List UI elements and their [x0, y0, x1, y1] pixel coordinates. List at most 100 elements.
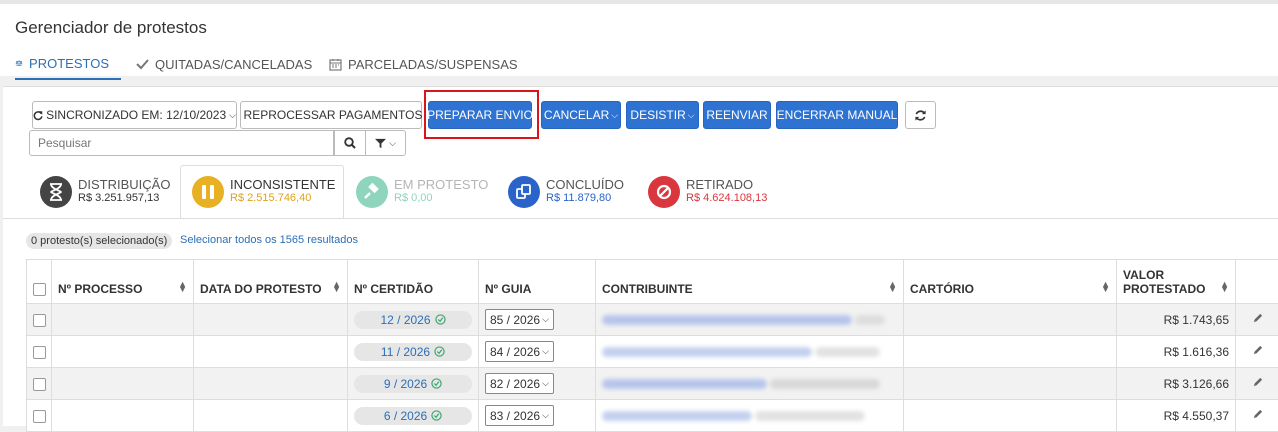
tab-quitadas[interactable]: QUITADAS/CANCELADAS: [136, 48, 312, 80]
search-input[interactable]: [29, 130, 334, 156]
certidao-badge[interactable]: 9 / 2026: [354, 375, 472, 393]
desist-label: DESISTIR: [630, 108, 685, 122]
filter-button[interactable]: ⌵: [365, 130, 406, 156]
cancel-label: CANCELAR: [544, 108, 609, 122]
tab-label: PARCELADAS/SUSPENSAS: [348, 57, 518, 72]
chevron-down-icon: ⌵: [542, 346, 549, 357]
prepare-send-button[interactable]: PREPARAR ENVIO: [428, 101, 532, 129]
guia-select[interactable]: 83 / 2026⌵: [485, 405, 554, 426]
guia-select[interactable]: 82 / 2026⌵: [485, 373, 554, 394]
row-checkbox[interactable]: [33, 378, 46, 391]
pencil-icon[interactable]: [1252, 409, 1263, 420]
row-select-cell: [27, 336, 52, 368]
sync-button[interactable]: SINCRONIZADO EM: 12/10/2023 ⌵: [32, 101, 237, 129]
data-cell: [194, 368, 348, 400]
chevron-down-icon: ⌵: [229, 110, 236, 121]
sort-icon: ▲▼: [888, 282, 897, 292]
status-concluido[interactable]: CONCLUÍDO R$ 11.879,80: [508, 165, 624, 218]
col-cartorio[interactable]: CARTÓRIO▲▼: [904, 260, 1117, 304]
status-label: CONCLUÍDO: [546, 178, 624, 192]
desist-dropdown-button[interactable]: DESISTIR ⌵: [626, 101, 699, 129]
certidao-cell: 12 / 2026: [348, 304, 479, 336]
check-circle-icon: [435, 314, 446, 325]
col-label: Nº GUIA: [485, 282, 531, 296]
select-all-link[interactable]: Selecionar todos os 1565 resultados: [180, 234, 358, 246]
check-icon: [136, 58, 149, 70]
table-header-row: Nº PROCESSO▲▼ DATA DO PROTESTO▲▼ Nº CERT…: [27, 260, 1278, 304]
col-label: VALOR PROTESTADO: [1123, 268, 1203, 296]
redacted-id: [815, 347, 880, 357]
chevron-down-icon: ⌵: [389, 138, 396, 149]
guia-select[interactable]: 85 / 2026⌵: [485, 309, 554, 330]
pencil-icon[interactable]: [1252, 313, 1263, 324]
status-distribuicao[interactable]: DISTRIBUIÇÃO R$ 3.251.957,13: [40, 165, 170, 218]
status-text: INCONSISTENTE R$ 2.515.746,40: [230, 178, 335, 205]
status-label: DISTRIBUIÇÃO: [78, 178, 170, 192]
close-manual-button[interactable]: ENCERRAR MANUAL: [776, 101, 898, 129]
redacted-name: [602, 347, 812, 357]
contribuinte-cell: [596, 368, 904, 400]
pencil-icon[interactable]: [1252, 377, 1263, 388]
reprocess-label: REPROCESSAR PAGAMENTOS: [244, 108, 423, 122]
status-inconsistente[interactable]: INCONSISTENTE R$ 2.515.746,40: [192, 165, 335, 218]
select-all-checkbox-cell: [27, 260, 52, 304]
status-retirado[interactable]: RETIRADO R$ 4.624.108,13: [648, 165, 767, 218]
sort-icon: ▲▼: [178, 282, 187, 292]
page-title: Gerenciador de protestos: [15, 18, 207, 38]
check-circle-icon: [431, 410, 442, 421]
select-all-checkbox[interactable]: [33, 283, 46, 296]
certidao-badge[interactable]: 6 / 2026: [354, 407, 472, 425]
row-checkbox[interactable]: [33, 410, 46, 423]
sync-label: SINCRONIZADO EM: 12/10/2023: [46, 108, 226, 122]
guia-cell: 83 / 2026⌵: [479, 400, 596, 432]
certidao-label: 11 / 2026: [381, 345, 430, 359]
action-cell: [1236, 368, 1278, 400]
guia-select[interactable]: 84 / 2026⌵: [485, 341, 554, 362]
col-valor[interactable]: VALOR PROTESTADO▲▼: [1117, 260, 1236, 304]
col-processo[interactable]: Nº PROCESSO ▲▼: [52, 260, 194, 304]
chevron-down-icon: ⌵: [688, 110, 695, 121]
row-select-cell: [27, 368, 52, 400]
action-cell: [1236, 400, 1278, 432]
pencil-icon[interactable]: [1252, 345, 1263, 356]
redacted-name: [602, 379, 767, 389]
reprocess-button[interactable]: REPROCESSAR PAGAMENTOS: [240, 101, 422, 129]
cancel-dropdown-button[interactable]: CANCELAR ⌵: [541, 101, 621, 129]
chevron-down-icon: ⌵: [542, 314, 549, 325]
data-cell: [194, 336, 348, 368]
calendar-icon: [329, 58, 342, 71]
certidao-badge[interactable]: 11 / 2026: [354, 343, 472, 361]
row-checkbox[interactable]: [33, 314, 46, 327]
contribuinte-cell: [596, 304, 904, 336]
row-checkbox[interactable]: [33, 346, 46, 359]
refresh-icon: [33, 110, 43, 121]
prepare-label: PREPARAR ENVIO: [427, 108, 533, 122]
certidao-cell: 9 / 2026: [348, 368, 479, 400]
col-label: Nº PROCESSO: [58, 282, 142, 296]
table-row: 9 / 2026 82 / 2026⌵ R$ 3.126,66: [27, 368, 1278, 400]
cartorio-cell: [904, 368, 1117, 400]
col-data-protesto[interactable]: DATA DO PROTESTO▲▼: [194, 260, 348, 304]
action-cell: [1236, 304, 1278, 336]
status-value: R$ 0,00: [394, 192, 488, 205]
refresh-button[interactable]: [905, 101, 936, 129]
certidao-badge[interactable]: 12 / 2026: [354, 311, 472, 329]
status-em-protesto[interactable]: EM PROTESTO R$ 0,00: [356, 165, 488, 218]
status-divider: [3, 218, 1278, 219]
guia-value: 83 / 2026: [490, 409, 540, 423]
cartorio-cell: [904, 400, 1117, 432]
ban-icon: [648, 176, 680, 208]
chevron-down-icon: ⌵: [542, 378, 549, 389]
search-button[interactable]: [334, 130, 366, 156]
col-label: CARTÓRIO: [910, 282, 974, 296]
col-contribuinte[interactable]: CONTRIBUINTE ▲▼: [596, 260, 904, 304]
status-text: EM PROTESTO R$ 0,00: [394, 178, 488, 205]
status-value: R$ 3.251.957,13: [78, 192, 170, 205]
tab-protestos[interactable]: PROTESTOS: [15, 48, 121, 80]
page: Gerenciador de protestos PROTESTOS QUITA…: [0, 0, 1278, 426]
resend-button[interactable]: REENVIAR: [703, 101, 771, 129]
col-label: CONTRIBUINTE: [602, 282, 693, 296]
tab-parceladas[interactable]: PARCELADAS/SUSPENSAS: [329, 48, 518, 80]
status-label: RETIRADO: [686, 178, 767, 192]
cartorio-cell: [904, 336, 1117, 368]
